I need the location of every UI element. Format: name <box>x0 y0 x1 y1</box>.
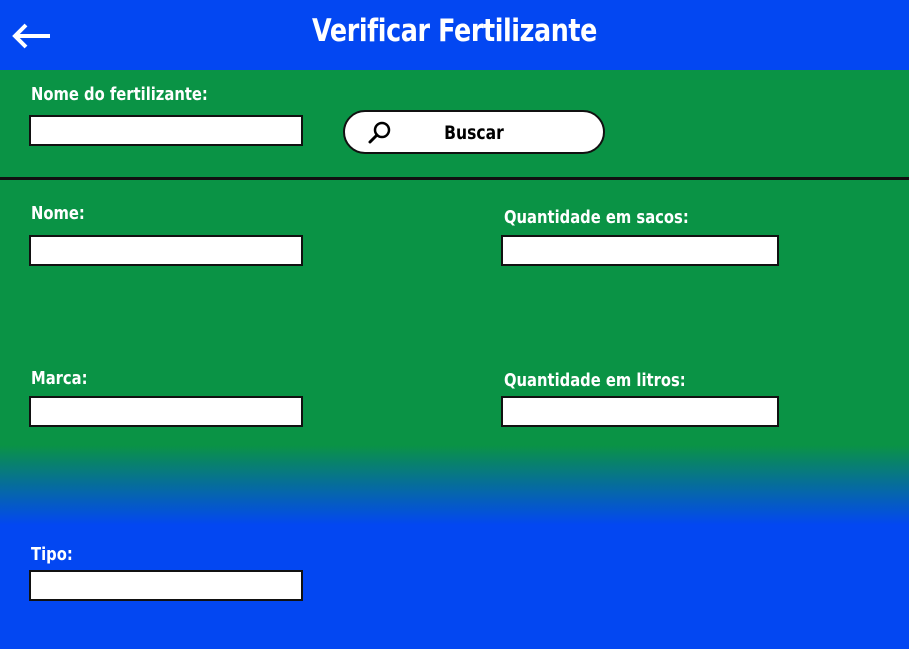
search-input[interactable] <box>29 115 303 146</box>
nome-label: Nome: <box>31 203 85 224</box>
nome-field[interactable] <box>29 235 303 266</box>
search-field-label: Nome do fertilizante: <box>31 84 208 105</box>
marca-field[interactable] <box>29 396 303 427</box>
page-title: Verificar Fertilizante <box>312 13 597 49</box>
search-button-label: Buscar <box>444 122 504 144</box>
quantidade-sacos-label: Quantidade em sacos: <box>504 207 689 228</box>
back-button[interactable] <box>10 22 52 50</box>
search-button[interactable]: Buscar <box>343 110 605 154</box>
quantidade-sacos-field[interactable] <box>501 235 779 266</box>
arrow-left-icon <box>12 23 50 49</box>
section-divider <box>0 177 909 180</box>
quantidade-litros-field[interactable] <box>501 396 779 427</box>
tipo-field[interactable] <box>29 570 303 601</box>
header-bar: Verificar Fertilizante <box>0 0 909 70</box>
marca-label: Marca: <box>31 368 88 389</box>
tipo-label: Tipo: <box>31 544 73 565</box>
quantidade-litros-label: Quantidade em litros: <box>504 370 686 391</box>
